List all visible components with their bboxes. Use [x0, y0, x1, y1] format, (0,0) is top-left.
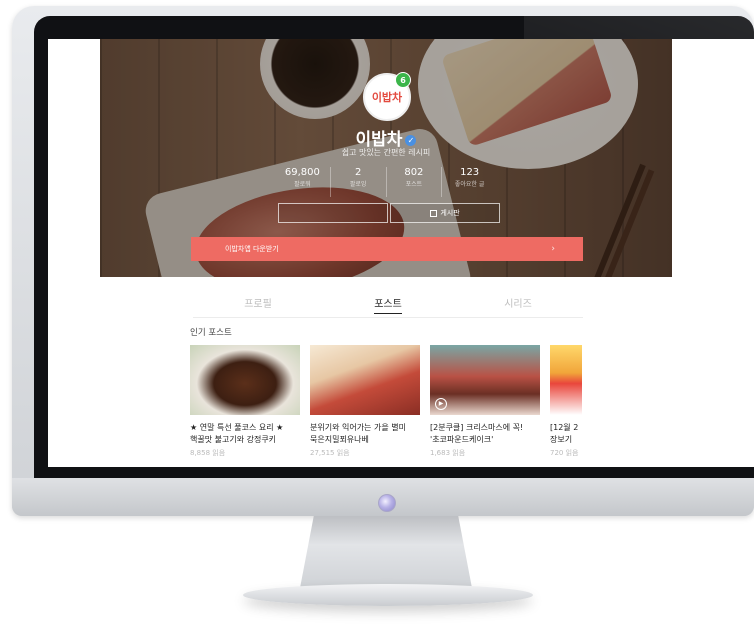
stat-likes[interactable]: 123 좋아요한 글	[441, 167, 497, 197]
post-title: 분위기와 익어가는 가을 별미 묵은지밀푀유나베	[310, 422, 422, 446]
profile-stats: 69,800 팔로워 2 팔로잉 802 포스트 123 좋아요한 글	[275, 167, 497, 197]
tab-label: 포스트	[374, 299, 402, 314]
post-card[interactable]: ▶ [2분쿠클] 크리스마스에 꼭! '초코파운드케이크' 1,683 읽음	[430, 345, 542, 458]
post-title-line: [2분쿠클] 크리스마스에 꼭!	[430, 423, 524, 432]
monitor-stand-base	[243, 584, 533, 606]
post-title-line: [12월 2	[550, 423, 579, 432]
post-title-line: 장보기	[550, 435, 573, 444]
popular-posts-title: 인기 포스트	[190, 328, 232, 338]
post-card[interactable]: ★ 연말 특선 풀코스 요리 ★ 핵꿀맛 불고기와 강정쿠키 8,858 읽음	[190, 345, 302, 458]
stat-label: 좋아요한 글	[454, 181, 485, 188]
verified-icon: ✓	[405, 134, 417, 146]
post-views: 1,683 읽음	[430, 449, 466, 457]
post-title: ★ 연말 특선 풀코스 요리 ★ 핵꿀맛 불고기와 강정쿠키	[190, 422, 302, 446]
post-title-line: 핵꿀맛 불고기와 강정쿠키	[190, 435, 277, 444]
stat-label: 포스트	[405, 181, 423, 188]
stat-label: 팔로워	[294, 181, 311, 188]
stat-label: 팔로잉	[349, 181, 367, 188]
board-icon	[430, 209, 438, 217]
stat-value: 69,800	[284, 167, 320, 178]
post-title-line: 분위기와 익어가는 가을 별미	[310, 423, 406, 432]
stat-posts[interactable]: 802 포스트	[385, 167, 442, 197]
post-title: [12월 2 장보기	[550, 422, 582, 446]
follow-button[interactable]	[278, 203, 388, 223]
chevron-right-icon: ›	[551, 244, 555, 254]
profile-badge: 6	[395, 72, 411, 88]
board-button[interactable]: 게시판	[390, 203, 500, 223]
tab-posts[interactable]: 포스트	[323, 295, 453, 317]
board-button-label: 게시판	[440, 209, 460, 217]
power-button-icon	[378, 494, 396, 512]
popular-posts-list: ★ 연말 특선 풀코스 요리 ★ 핵꿀맛 불고기와 강정쿠키 8,858 읽음 …	[190, 345, 582, 467]
post-title-line: 묵은지밀푀유나베	[310, 435, 369, 444]
stat-followers[interactable]: 69,800 팔로워	[275, 167, 330, 197]
tab-label: 프로필	[244, 299, 272, 310]
tab-series[interactable]: 시리즈	[453, 295, 583, 317]
tab-profile[interactable]: 프로필	[193, 295, 323, 317]
post-thumbnail[interactable]: ▶	[430, 345, 540, 415]
post-title-line: ★ 연말 특선 풀코스 요리 ★	[190, 423, 284, 432]
profile-tabs: 프로필 포스트 시리즈	[193, 295, 583, 318]
profile-logo-text: 이밥차	[371, 91, 403, 104]
app-download-banner[interactable]: 이밥차앱 다운받기 ›	[191, 237, 583, 261]
download-banner-label: 이밥차앱 다운받기	[225, 245, 279, 253]
profile-actions: 게시판	[278, 203, 500, 223]
post-views: 27,515 읽음	[310, 449, 350, 457]
post-thumbnail[interactable]	[550, 345, 582, 415]
screen: 이밥차 6 이밥차 ✓ 쉽고 맛있는 간편한 레시피 69,800 팔로워 2 팔…	[48, 39, 754, 467]
stat-value: 802	[404, 167, 424, 178]
tab-label: 시리즈	[504, 299, 532, 310]
post-thumbnail[interactable]	[190, 345, 300, 415]
profile-description: 쉽고 맛있는 간편한 레시피	[341, 148, 431, 157]
post-card[interactable]: [12월 2 장보기 720 읽음	[550, 345, 582, 458]
post-thumbnail[interactable]	[310, 345, 420, 415]
play-icon: ▶	[435, 398, 447, 410]
post-title: [2분쿠클] 크리스마스에 꼭! '초코파운드케이크'	[430, 422, 542, 446]
post-card[interactable]: 분위기와 익어가는 가을 별미 묵은지밀푀유나베 27,515 읽음	[310, 345, 422, 458]
post-title-line: '초코파운드케이크'	[430, 435, 494, 444]
post-views: 720 읽음	[550, 449, 579, 457]
post-views: 8,858 읽음	[190, 449, 226, 457]
monitor-stand-neck	[300, 516, 472, 588]
stat-value: 123	[460, 167, 480, 178]
profile-cover: 이밥차 6 이밥차 ✓ 쉽고 맛있는 간편한 레시피 69,800 팔로워 2 팔…	[100, 39, 672, 277]
stat-value: 2	[354, 167, 362, 178]
stat-following[interactable]: 2 팔로잉	[329, 167, 386, 197]
